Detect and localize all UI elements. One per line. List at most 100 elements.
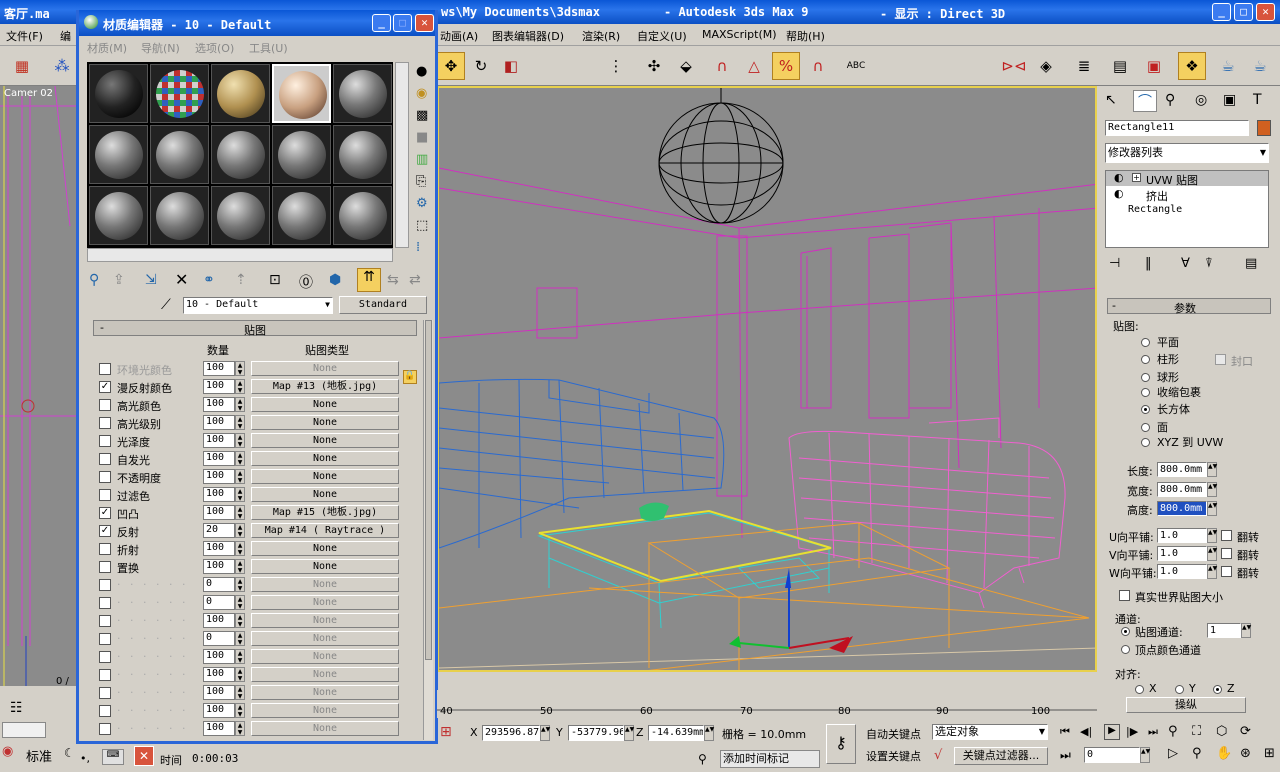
map-type-button[interactable]: None [251,685,399,700]
make-preview-icon[interactable]: ⎘ [416,174,426,189]
map-amount-spinner[interactable]: ▲ ▼ [235,469,245,484]
manipulate-button[interactable]: 操纵 [1126,697,1246,713]
map-type-button[interactable]: None [251,541,399,556]
map-amount-spinner[interactable]: ▲ ▼ [235,415,245,430]
menu-maxscript[interactable]: MAXScript(M) [702,28,777,41]
map-amount-spinner[interactable]: ▲ ▼ [235,685,245,700]
modifier-list-dropdown[interactable]: 修改器列表 ▼ [1105,143,1269,163]
map-amount-spinner[interactable]: ▲ ▼ [235,703,245,718]
put-to-scene-icon[interactable]: ⇪ [113,272,125,288]
options-icon[interactable]: ⚙ [416,196,428,211]
map-amount-field[interactable]: 100 [203,649,235,664]
keyboard-shortcut-icon[interactable]: ⬙ [672,52,700,80]
map-channel-field[interactable]: 1 [1207,623,1241,638]
map-enable-checkbox[interactable] [99,543,111,555]
map-amount-spinner[interactable]: ▲ ▼ [235,541,245,556]
taskbar-close-icon[interactable]: ✕ [134,746,154,766]
key-filters-button[interactable]: 关键点过滤器... [954,747,1048,765]
map-enable-checkbox[interactable] [99,705,111,717]
hierarchy-tab-icon[interactable]: ⚲ [1165,92,1175,108]
x-coord-field[interactable]: 293596.87 [482,725,540,741]
mapping-option-radio[interactable] [1141,373,1150,382]
map-type-button[interactable]: None [251,559,399,574]
w-flip-checkbox[interactable] [1221,566,1232,577]
sample-slot-1[interactable] [89,64,148,123]
pin-stack-icon[interactable]: ⊣ [1109,256,1120,271]
map-enable-checkbox[interactable] [99,561,111,573]
object-name-field[interactable]: Rectangle11 [1105,120,1249,136]
map-channel-radio[interactable] [1121,627,1130,636]
map-enable-checkbox[interactable] [99,399,111,411]
map-type-button[interactable]: None [251,433,399,448]
current-frame-field[interactable]: 0 [1084,747,1140,763]
menu-animation[interactable]: 动画(A) [440,28,478,44]
map-enable-checkbox[interactable] [99,363,111,375]
key-mode-toggle-icon[interactable]: ⏭ [1060,748,1071,763]
sample-slot-10[interactable] [333,125,392,184]
display-tab-icon[interactable]: ▣ [1223,92,1236,108]
go-to-end-icon[interactable]: ⏭ [1148,725,1158,739]
w-tile-spinner[interactable]: ▲▼ [1207,564,1217,579]
length-spinner[interactable]: ▲▼ [1207,462,1217,477]
set-key-mode-icon[interactable]: ⚷ [826,724,856,764]
sample-slot-9[interactable] [272,125,331,184]
stack-item-extrude[interactable]: ◐ 挤出 [1106,187,1268,203]
select-by-material-icon[interactable]: ⬚ [416,218,428,233]
map-enable-checkbox[interactable] [99,687,111,699]
menu-graph-editors[interactable]: 图表编辑器(D) [492,28,564,44]
stack-item-uvw[interactable]: ◐ + UVW 贴图 [1106,171,1268,187]
zoom-all-icon[interactable]: ⛶ [1192,724,1201,739]
object-color-swatch[interactable] [1257,120,1271,136]
height-spinner[interactable]: ▲▼ [1207,501,1217,516]
align-x-radio[interactable] [1135,685,1144,694]
zoom-icon[interactable]: ⚲ [1168,724,1178,739]
width-spinner[interactable]: ▲▼ [1207,482,1217,497]
material-effects-channel-icon[interactable]: ⊡ [269,272,281,288]
map-amount-field[interactable]: 100 [203,433,235,448]
w-tile-field[interactable]: 1.0 [1157,564,1207,579]
go-to-parent-icon[interactable]: ⇈ [357,268,381,292]
key-selection-dropdown[interactable]: 选定对象 ▼ [932,724,1048,740]
map-enable-checkbox[interactable] [99,651,111,663]
map-amount-field[interactable]: 0 [203,631,235,646]
reset-map-icon[interactable]: ✕ [175,270,188,289]
mapping-option-radio[interactable] [1141,405,1150,414]
pivot-icon[interactable]: ⋮ [602,52,630,80]
map-type-button[interactable]: None [251,613,399,628]
map-amount-spinner[interactable]: ▲ ▼ [235,721,245,736]
material-name-field[interactable]: 10 - Default ▼ [183,297,333,314]
map-enable-checkbox[interactable] [99,453,111,465]
left-viewport[interactable]: Camer 02 0 / [0,86,78,686]
edit-named-sel-icon[interactable]: ABC [842,52,870,80]
material-editor-title-bar[interactable]: 材质编辑器 - 10 - Default _ □ ✕ [79,10,435,36]
map-amount-spinner[interactable]: ▲ ▼ [235,649,245,664]
utilities-tab-icon[interactable]: T [1253,92,1262,108]
material-type-button[interactable]: Standard [339,296,427,314]
mapping-option-radio[interactable] [1141,438,1150,447]
add-time-tag-button[interactable]: 添加时间标记 [720,750,820,768]
mat-menu-options[interactable]: 选项(O) [195,40,234,56]
remove-modifier-icon[interactable]: ⍒ [1205,256,1213,271]
menu-rendering[interactable]: 渲染(R) [582,28,620,44]
map-type-button[interactable]: None [251,397,399,412]
map-enable-checkbox[interactable] [99,669,111,681]
map-amount-spinner[interactable]: ▲ ▼ [235,433,245,448]
quick-render-icon[interactable]: ☕ [1246,52,1274,80]
width-field[interactable]: 800.0mm [1157,482,1207,497]
map-amount-field[interactable]: 100 [203,613,235,628]
map-enable-checkbox[interactable] [99,579,111,591]
parameters-rollout-header[interactable]: - 参数 [1107,298,1271,315]
height-field[interactable]: 800.0mm [1157,501,1207,516]
map-amount-spinner[interactable]: ▲ ▼ [235,397,245,412]
rollout-scroll-thumb[interactable] [425,320,432,660]
mat-menu-utilities[interactable]: 工具(U) [249,40,288,56]
menu-help[interactable]: 帮助(H) [786,28,825,44]
map-channel-spinner[interactable]: ▲▼ [1241,623,1251,638]
sample-slot-7[interactable] [150,125,209,184]
backlight-icon[interactable]: ◉ [416,86,427,101]
map-type-button[interactable]: Map #13 (地板.jpg) [251,379,399,394]
go-to-start-icon[interactable]: ⏮ [1060,725,1070,739]
map-amount-spinner[interactable]: ▲ ▼ [235,379,245,394]
map-type-button[interactable]: None [251,649,399,664]
orbit-icon[interactable]: ⊛ [1240,746,1251,761]
